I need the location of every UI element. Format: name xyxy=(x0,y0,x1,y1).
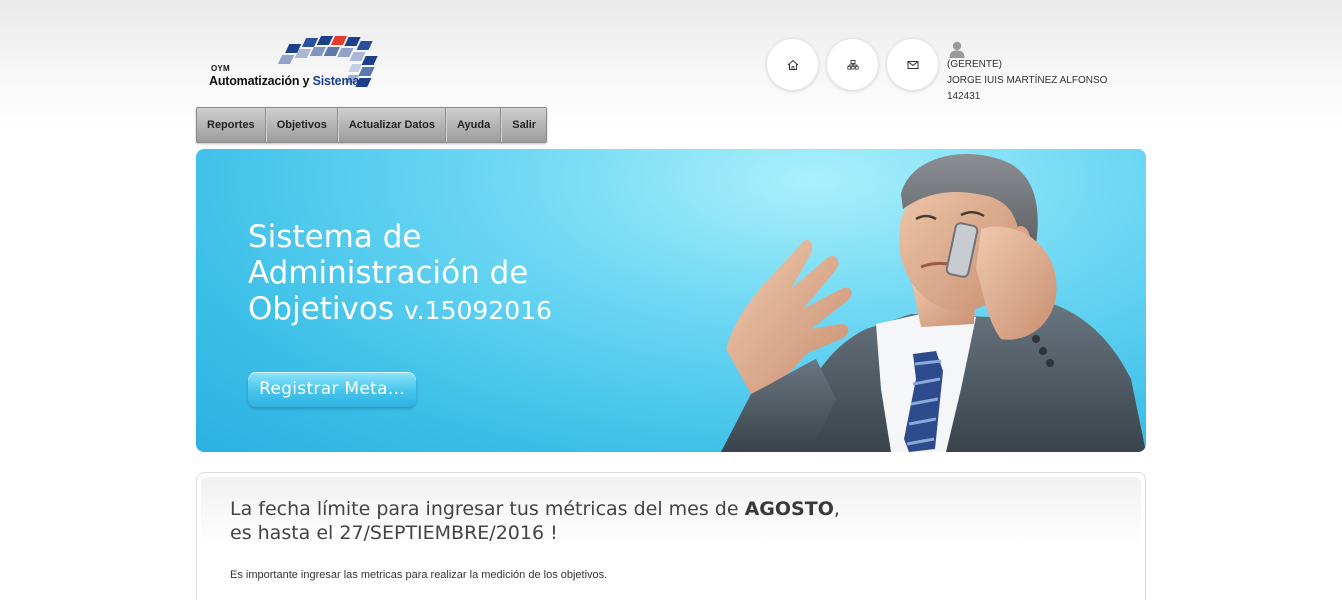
menu-item-actualizar-datos[interactable]: Actualizar Datos xyxy=(337,108,447,142)
page-container: OYM Automatización y Sistemas (GERENTE) … xyxy=(196,0,1146,600)
menu-item-salir[interactable]: Salir xyxy=(501,108,546,142)
notice-line2: es hasta el 27/SEPTIEMBRE/2016 ! xyxy=(230,522,558,544)
notice-month: AGOSTO xyxy=(744,498,834,520)
company-logo[interactable]: OYM Automatización y Sistemas xyxy=(208,34,420,96)
registrar-meta-button[interactable]: Registrar Meta... xyxy=(248,372,416,407)
hero-banner: Sistema de Administración de Objetivos v… xyxy=(196,149,1146,452)
banner-version: v.15092016 xyxy=(403,296,552,325)
sitemap-icon xyxy=(846,59,859,69)
banner-title-line1: Sistema de xyxy=(248,219,422,255)
home-icon xyxy=(787,59,798,70)
menu-item-ayuda[interactable]: Ayuda xyxy=(446,108,502,142)
logo-name-part1: Automatización y xyxy=(209,74,313,88)
banner-title-line3: Objetivos v.15092016 xyxy=(248,291,552,329)
logo-small-text: OYM xyxy=(211,64,230,73)
logo-name-part2: Sistemas xyxy=(312,74,366,88)
deadline-notice: La fecha límite para ingresar tus métric… xyxy=(196,472,1146,600)
businessman-image xyxy=(721,154,1146,452)
user-role: (GERENTE) xyxy=(947,59,1002,70)
notice-subtext: Es importante ingresar las metricas para… xyxy=(230,569,608,581)
mail-icon xyxy=(907,60,918,69)
mail-button[interactable] xyxy=(887,39,938,90)
menu-item-reportes[interactable]: Reportes xyxy=(197,108,266,142)
banner-title-line2: Administración de xyxy=(248,255,529,291)
logo-company-name: Automatización y Sistemas xyxy=(209,74,366,88)
banner-title: Sistema de Administración de Objetivos v… xyxy=(248,219,552,329)
sitemap-button[interactable] xyxy=(827,39,878,90)
user-icon xyxy=(949,41,965,58)
notice-line1-text: La fecha límite para ingresar tus métric… xyxy=(230,498,745,520)
banner-title-objetivos: Objetivos xyxy=(248,291,394,327)
notice-line1: La fecha límite para ingresar tus métric… xyxy=(230,497,840,521)
main-menu: Reportes Objetivos Actualizar Datos Ayud… xyxy=(196,107,548,143)
notice-line1-suffix: , xyxy=(833,498,840,520)
notice-message: La fecha límite para ingresar tus métric… xyxy=(230,497,840,545)
user-name: JORGE IUIS MARTÍNEZ ALFONSO xyxy=(947,75,1108,86)
user-id: 142431 xyxy=(947,91,981,102)
menu-item-objetivos[interactable]: Objetivos xyxy=(265,108,338,142)
home-button[interactable] xyxy=(767,39,818,90)
